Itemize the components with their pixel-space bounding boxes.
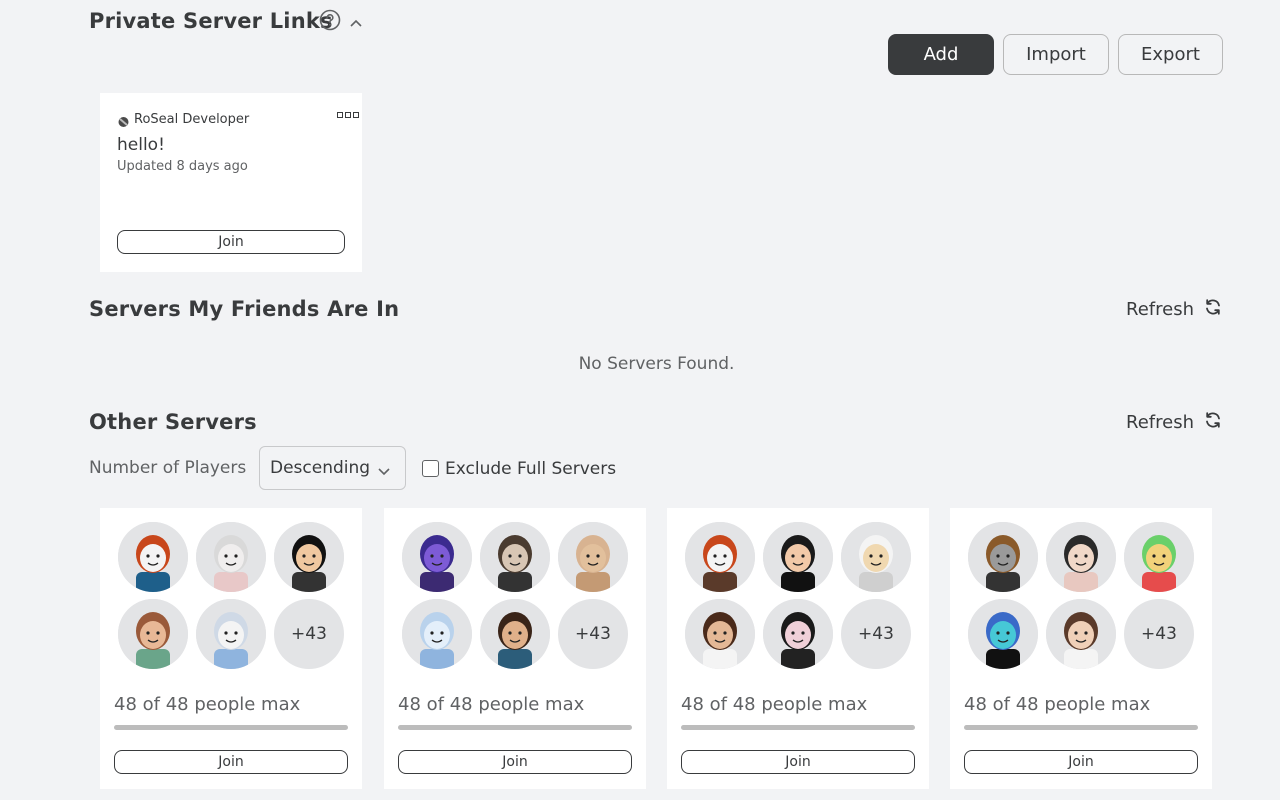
private-server-card: RoSeal Developer hello! Updated 8 days a… xyxy=(100,93,362,272)
player-avatar[interactable] xyxy=(402,599,472,669)
capacity-bar xyxy=(398,725,632,730)
player-avatar[interactable] xyxy=(685,599,755,669)
join-button[interactable]: Join xyxy=(964,750,1198,774)
player-avatar[interactable] xyxy=(558,522,628,592)
more-players-count: +43 xyxy=(841,599,911,669)
player-avatar[interactable] xyxy=(1046,522,1116,592)
player-count-text: 48 of 48 people max xyxy=(398,694,585,715)
capacity-bar-fill xyxy=(114,725,348,730)
player-avatar[interactable] xyxy=(841,522,911,592)
join-button[interactable]: Join xyxy=(117,230,345,254)
player-avatar[interactable] xyxy=(968,522,1038,592)
updated-text: Updated 8 days ago xyxy=(117,159,248,174)
no-servers-text: No Servers Found. xyxy=(578,354,735,374)
player-avatar[interactable] xyxy=(480,522,550,592)
more-players-count: +43 xyxy=(1124,599,1194,669)
refresh-label: Refresh xyxy=(1126,299,1194,320)
exclude-full-checkbox[interactable] xyxy=(422,460,439,477)
player-count-text: 48 of 48 people max xyxy=(114,694,301,715)
server-card: +43 48 of 48 people max Join xyxy=(100,508,362,789)
player-avatar[interactable] xyxy=(196,599,266,669)
capacity-bar-fill xyxy=(398,725,632,730)
chevron-down-icon xyxy=(377,462,391,482)
server-card: +43 48 of 48 people max Join xyxy=(667,508,929,789)
player-avatar[interactable] xyxy=(1124,522,1194,592)
import-button[interactable]: Import xyxy=(1003,34,1109,75)
refresh-label: Refresh xyxy=(1126,412,1194,433)
sort-dropdown[interactable]: Descending xyxy=(259,446,406,490)
player-avatar[interactable] xyxy=(480,599,550,669)
join-button[interactable]: Join xyxy=(114,750,348,774)
friends-refresh-button[interactable]: Refresh xyxy=(1126,298,1222,321)
capacity-bar xyxy=(681,725,915,730)
export-button[interactable]: Export xyxy=(1118,34,1223,75)
add-button[interactable]: Add xyxy=(888,34,994,75)
capacity-bar xyxy=(114,725,348,730)
player-avatar[interactable] xyxy=(968,599,1038,669)
private-links-title: Private Server Links xyxy=(89,9,333,33)
player-count-text: 48 of 48 people max xyxy=(964,694,1151,715)
other-refresh-button[interactable]: Refresh xyxy=(1126,411,1222,434)
capacity-bar-fill xyxy=(964,725,1198,730)
refresh-icon xyxy=(1204,298,1222,321)
join-button[interactable]: Join xyxy=(398,750,632,774)
player-avatar[interactable] xyxy=(763,522,833,592)
player-avatar[interactable] xyxy=(196,522,266,592)
player-count-text: 48 of 48 people max xyxy=(681,694,868,715)
chevron-up-icon[interactable] xyxy=(349,13,363,32)
server-name: hello! xyxy=(117,135,165,155)
more-dots-icon[interactable] xyxy=(337,104,359,123)
more-players-count: +43 xyxy=(558,599,628,669)
player-avatar[interactable] xyxy=(685,522,755,592)
player-avatar[interactable] xyxy=(763,599,833,669)
capacity-bar xyxy=(964,725,1198,730)
join-button[interactable]: Join xyxy=(681,750,915,774)
exclude-full-label[interactable]: Exclude Full Servers xyxy=(445,459,616,479)
player-avatar[interactable] xyxy=(1046,599,1116,669)
owner-avatar-icon xyxy=(117,114,130,133)
owner-name[interactable]: RoSeal Developer xyxy=(134,112,249,127)
question-circle-icon[interactable] xyxy=(319,9,341,35)
sort-label: Number of Players xyxy=(89,458,247,478)
player-avatar[interactable] xyxy=(118,522,188,592)
refresh-icon xyxy=(1204,411,1222,434)
player-avatar[interactable] xyxy=(118,599,188,669)
capacity-bar-fill xyxy=(681,725,915,730)
server-card: +43 48 of 48 people max Join xyxy=(950,508,1212,789)
player-avatar[interactable] xyxy=(402,522,472,592)
player-avatar[interactable] xyxy=(274,522,344,592)
more-players-count: +43 xyxy=(274,599,344,669)
server-card: +43 48 of 48 people max Join xyxy=(384,508,646,789)
friends-servers-title: Servers My Friends Are In xyxy=(89,297,400,321)
other-servers-title: Other Servers xyxy=(89,410,257,434)
sort-value: Descending xyxy=(270,458,371,478)
